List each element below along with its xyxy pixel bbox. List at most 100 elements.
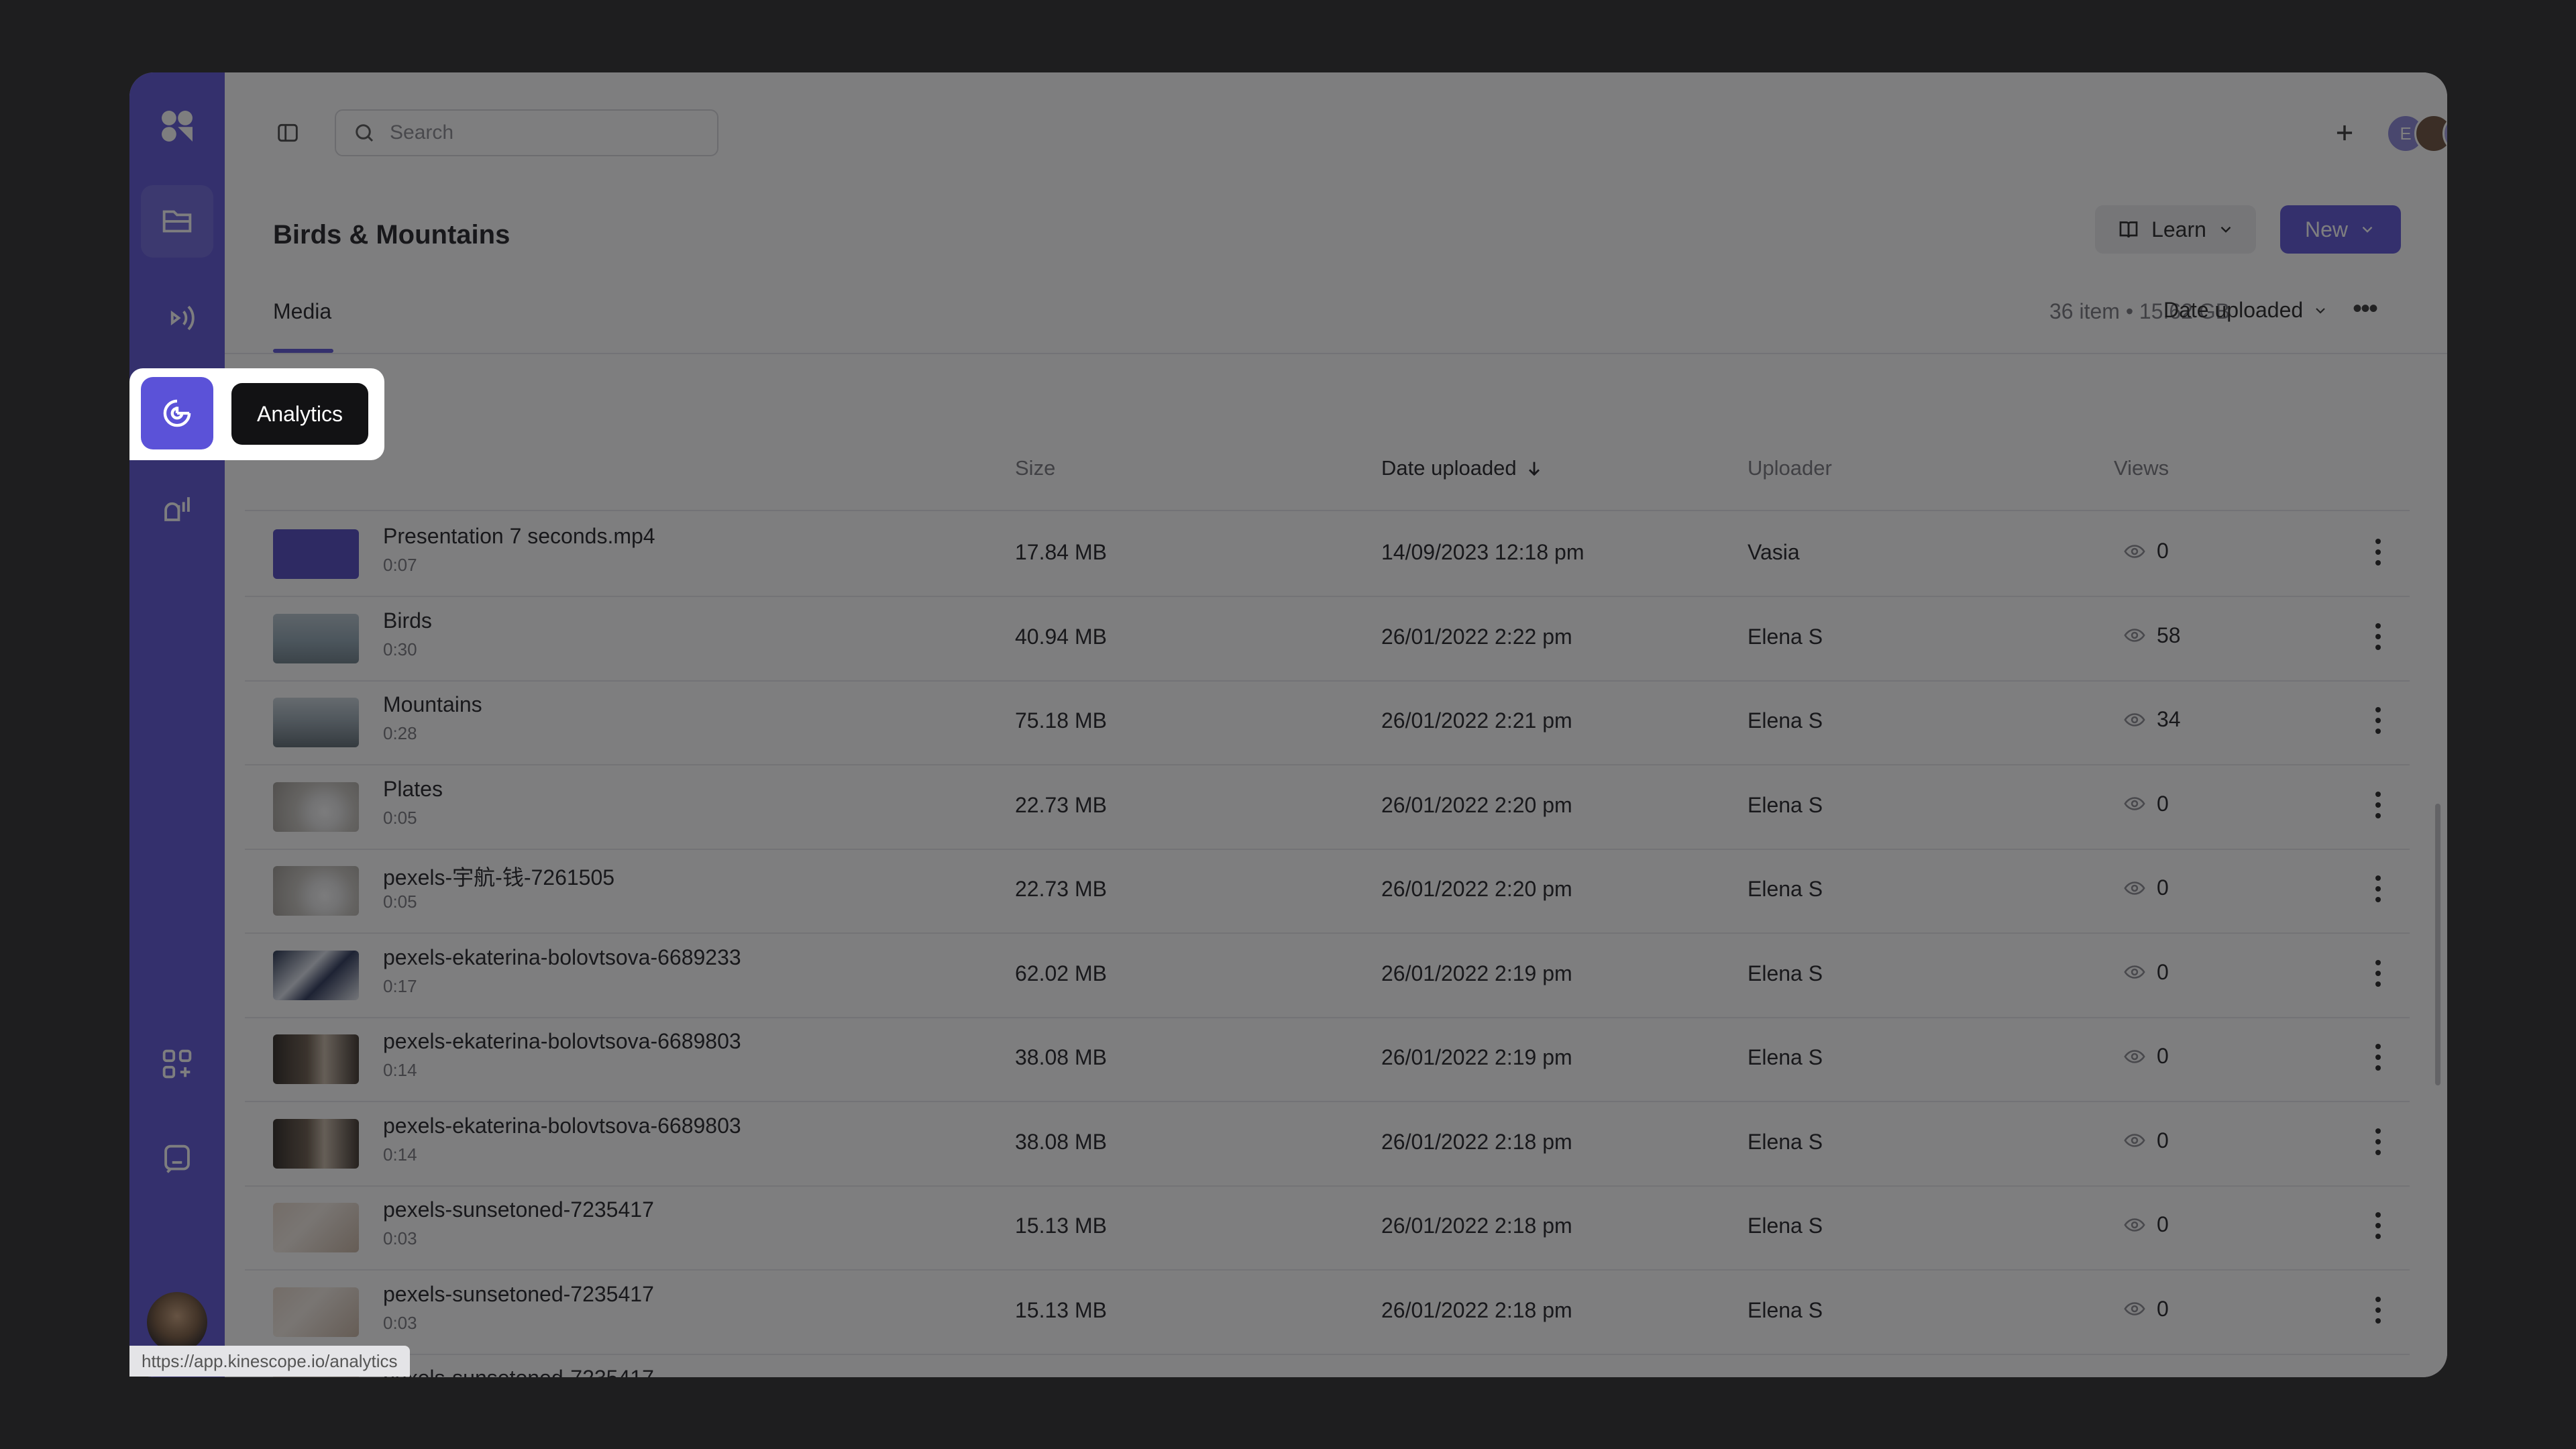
search-input[interactable] [388, 121, 700, 145]
video-title[interactable]: pexels-sunsetoned-7235417 [383, 1197, 654, 1222]
plus-icon[interactable] [2326, 114, 2363, 152]
row-menu-icon[interactable] [2368, 1122, 2388, 1162]
video-title[interactable]: pexels-sunsetoned-7235417 [383, 1282, 654, 1307]
table-row[interactable]: pexels-ekaterina-bolovtsova-6689803 0:14 3… [245, 1102, 2410, 1187]
views-count: 34 [2157, 707, 2181, 731]
video-title[interactable]: Presentation 7 seconds.mp4 [383, 524, 655, 549]
video-thumbnail[interactable] [273, 529, 359, 579]
video-uploader: Elena S [1748, 877, 1823, 901]
video-title[interactable]: pexels-宇航-钱-7261505 [383, 861, 614, 892]
learn-button[interactable]: Learn [2095, 205, 2256, 254]
video-thumbnail[interactable] [273, 950, 359, 1000]
table-row[interactable]: Mountains 0:28 75.18 MB 26/01/2022 2:21 pm E… [245, 680, 2410, 765]
chat-icon[interactable] [141, 1123, 213, 1195]
video-thumbnail[interactable] [273, 866, 359, 916]
video-uploader: Elena S [1748, 708, 1823, 733]
video-views: 0 [2123, 1212, 2169, 1237]
video-title[interactable]: Birds [383, 608, 432, 633]
row-menu-icon[interactable] [2368, 1205, 2388, 1246]
video-uploader: Elena S [1748, 1214, 1823, 1238]
column-size[interactable]: Size [1015, 456, 1055, 480]
row-menu-icon[interactable] [2368, 1374, 2388, 1377]
sidebar-toggle-icon[interactable] [269, 114, 307, 152]
new-button[interactable]: New [2280, 205, 2401, 254]
video-views: 0 [2123, 1297, 2169, 1322]
video-thumbnail[interactable] [273, 613, 359, 663]
video-title[interactable]: pexels-sunsetoned-7235417 [383, 1366, 654, 1377]
table-row[interactable]: pexels-sunsetoned-72354170:0315.13 MB26/… [245, 1354, 2410, 1377]
views-count: 0 [2157, 1296, 2169, 1321]
column-uploader[interactable]: Uploader [1748, 456, 1832, 480]
broadcast-icon[interactable] [141, 282, 213, 354]
tab-media[interactable]: Media [273, 299, 331, 324]
collaborator-avatars[interactable]: E P [2386, 114, 2447, 153]
views-count: 0 [2157, 791, 2169, 816]
column-date-uploaded[interactable]: Date uploaded [1381, 456, 1544, 480]
video-title[interactable]: Plates [383, 777, 443, 802]
eye-icon [2124, 1134, 2145, 1147]
table-row[interactable]: pexels-sunsetoned-72354170:0315.13 MB26/… [245, 1270, 2410, 1355]
table-row[interactable]: pexels-sunsetoned-7235417 0:03 15.13 MB 26/… [245, 1185, 2410, 1271]
row-menu-icon[interactable] [2368, 532, 2388, 572]
views-count: 0 [2157, 875, 2169, 900]
folder-icon[interactable] [141, 185, 213, 258]
user-avatar[interactable] [147, 1292, 207, 1352]
logo-icon[interactable] [141, 90, 213, 162]
table-row[interactable]: Presentation 7 seconds.mp4 0:07 17.84 MB 14… [245, 512, 2410, 597]
video-uploader: Elena S [1748, 1129, 1823, 1154]
views-count: 0 [2157, 539, 2169, 563]
row-menu-icon[interactable] [2368, 785, 2388, 825]
video-views: 0 [2123, 539, 2169, 564]
chevron-down-icon [2362, 226, 2373, 233]
video-thumbnail[interactable] [273, 1118, 359, 1169]
video-thumbnail[interactable] [273, 1287, 359, 1337]
apps-icon[interactable] [141, 1028, 213, 1100]
table-row[interactable]: Plates 0:05 22.73 MB 26/01/2022 2:20 pm Elen… [245, 765, 2410, 850]
row-menu-icon[interactable] [2368, 1037, 2388, 1077]
video-views: 0 [2123, 875, 2169, 900]
video-uploader: Elena S [1748, 961, 1823, 985]
search-box[interactable] [335, 109, 718, 156]
video-title[interactable]: pexels-ekaterina-bolovtsova-6689233 [383, 945, 741, 970]
row-menu-icon[interactable] [2368, 869, 2388, 909]
row-menu-icon[interactable] [2368, 953, 2388, 994]
eye-icon [2124, 965, 2145, 979]
video-date: 26/01/2022 2:18 pm [1381, 1214, 1572, 1238]
table-row[interactable]: Birds 0:30 40.94 MB 26/01/2022 2:22 pm Elena… [245, 596, 2410, 682]
video-views: 34 [2123, 707, 2181, 732]
video-thumbnail[interactable] [273, 1203, 359, 1252]
video-title[interactable]: pexels-ekaterina-bolovtsova-6689803 [383, 1114, 741, 1138]
sidebar [129, 72, 225, 1377]
column-views[interactable]: Views [2114, 456, 2169, 480]
scrollbar[interactable] [2435, 804, 2440, 1085]
views-count: 0 [2157, 1128, 2169, 1152]
video-size: 62.02 MB [1015, 961, 1107, 985]
video-thumbnail[interactable] [273, 1034, 359, 1084]
video-uploader: Elena S [1748, 792, 1823, 817]
video-duration: 0:05 [383, 807, 417, 828]
eye-icon [2124, 544, 2145, 558]
video-thumbnail[interactable] [273, 698, 359, 747]
eye-icon [2124, 712, 2145, 727]
video-size: 15.13 MB [1015, 1214, 1107, 1238]
row-menu-icon[interactable] [2368, 1290, 2388, 1330]
row-menu-icon[interactable] [2368, 700, 2388, 741]
video-title[interactable]: pexels-ekaterina-bolovtsova-6689803 [383, 1029, 741, 1054]
speaker-icon[interactable] [141, 472, 213, 545]
video-uploader: Elena S [1748, 1045, 1823, 1069]
video-size: 22.73 MB [1015, 877, 1107, 901]
table-row[interactable]: pexels-ekaterina-bolovtsova-6689233 0:17 6… [245, 933, 2410, 1018]
video-duration: 0:17 [383, 975, 417, 996]
video-size: 38.08 MB [1015, 1045, 1107, 1069]
table-row[interactable]: pexels-ekaterina-bolovtsova-6689803 0:14 3… [245, 1017, 2410, 1102]
video-thumbnail[interactable] [273, 782, 359, 832]
more-options-icon[interactable]: ••• [2353, 294, 2378, 324]
video-title[interactable]: Mountains [383, 692, 482, 717]
eye-icon [2124, 797, 2145, 810]
sort-label: Date uploaded [2163, 298, 2304, 322]
analytics-icon[interactable] [141, 377, 213, 449]
table-row[interactable]: pexels-宇航-钱-7261505 0:05 22.73 MB 26/01/202… [245, 849, 2410, 934]
video-duration: 0:03 [383, 1228, 417, 1248]
row-menu-icon[interactable] [2368, 616, 2388, 657]
sort-dropdown[interactable]: Date uploaded [2163, 298, 2328, 323]
